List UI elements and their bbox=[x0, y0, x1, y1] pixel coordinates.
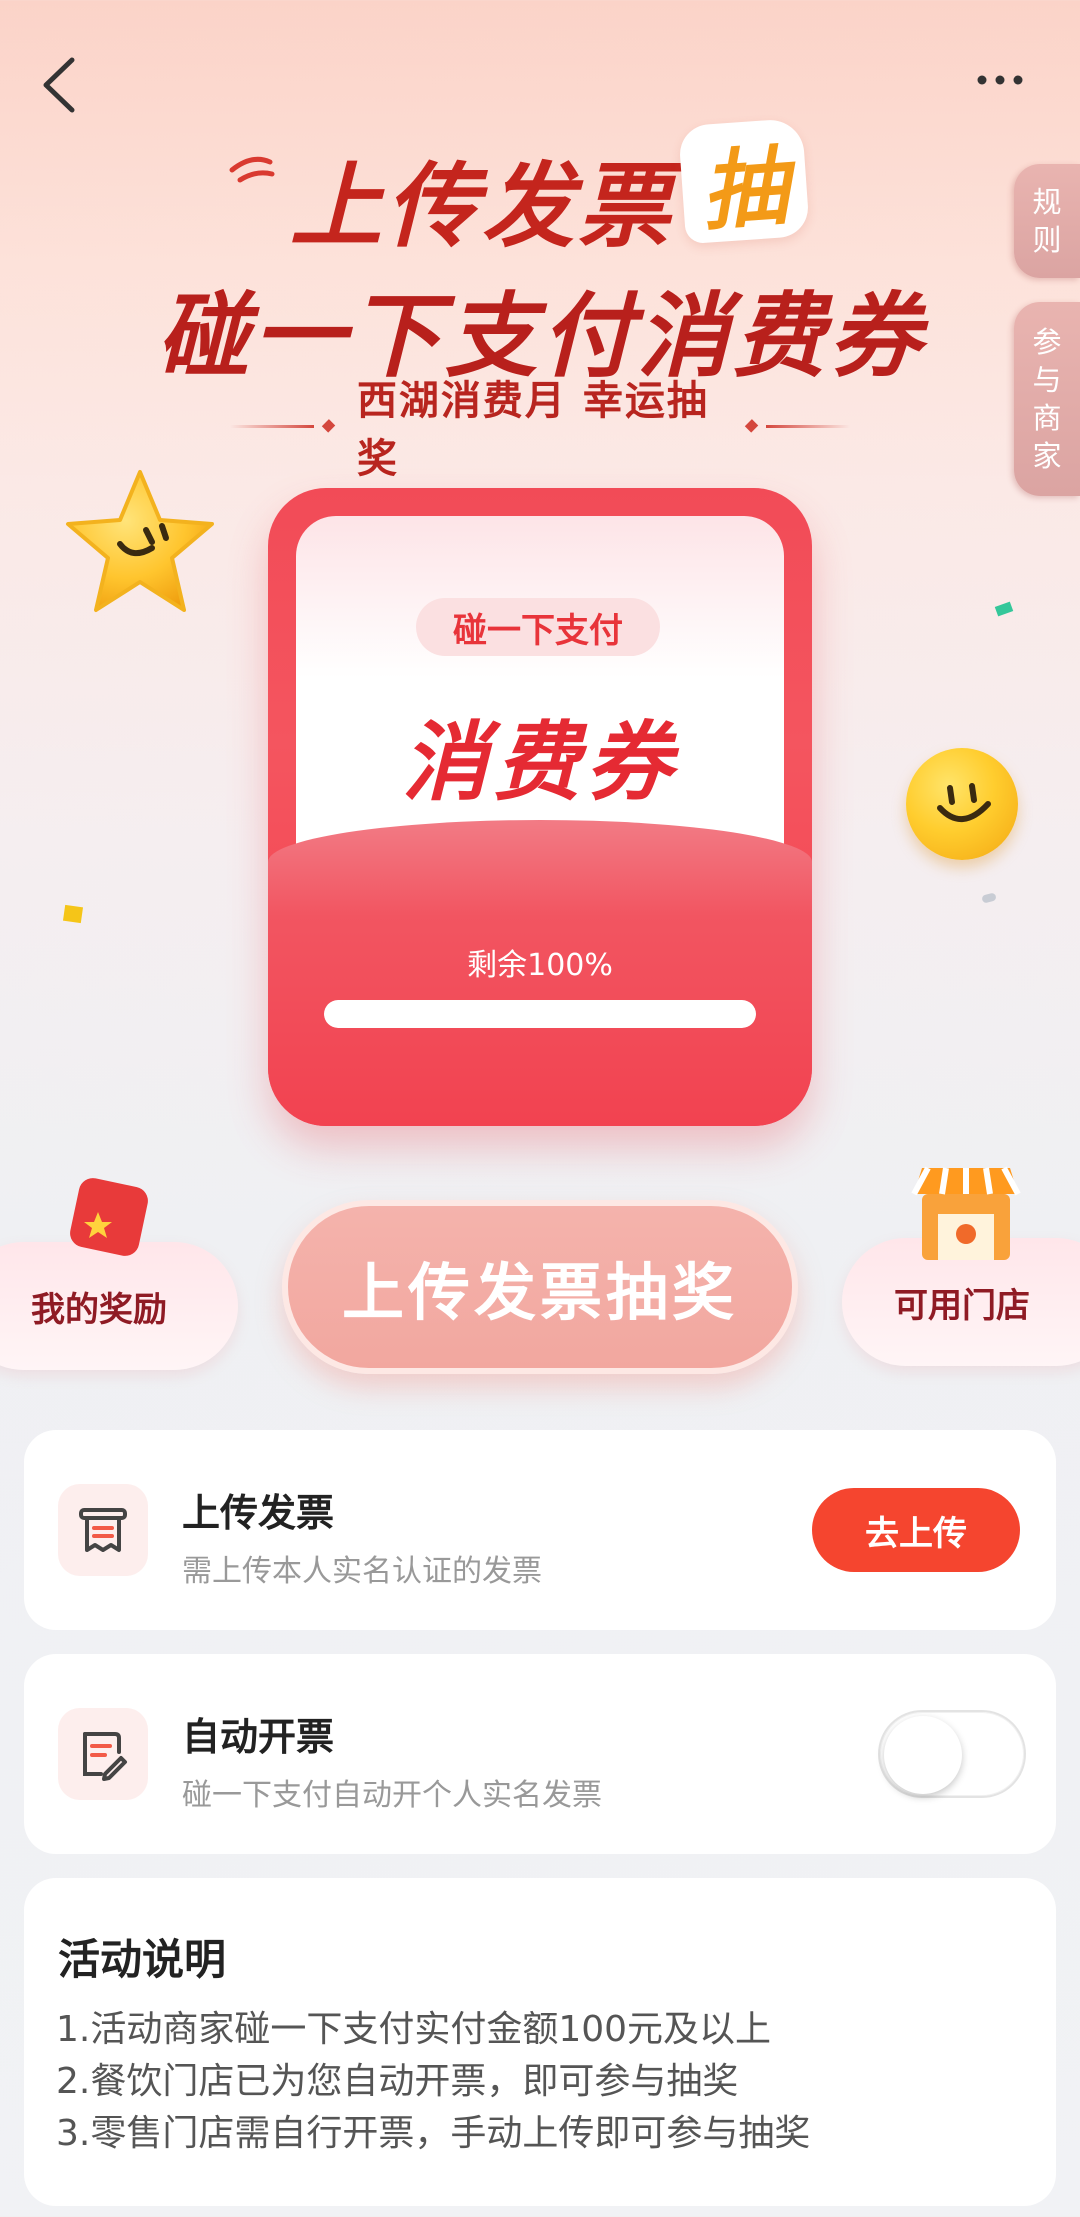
voucher-tag: 碰一下支付 bbox=[416, 598, 660, 656]
confetti-decoration bbox=[62, 904, 84, 924]
more-dots-icon bbox=[977, 75, 1023, 85]
list-item: 2.餐饮门店已为您自动开票，即可参与抽奖 bbox=[56, 2061, 739, 2102]
subtitle-text: 西湖消费月 幸运抽奖 bbox=[356, 378, 709, 482]
list-item: 1.活动商家碰一下支付实付金额100元及以上 bbox=[56, 2009, 772, 2050]
rules-tab-label: 规则 bbox=[1032, 185, 1062, 257]
confetti-decoration bbox=[981, 892, 997, 904]
available-stores-label: 可用门店 bbox=[894, 1285, 1030, 1326]
invoice-glyph-icon bbox=[79, 1508, 127, 1552]
upload-invoice-task: 上传发票 需上传本人实名认证的发票 去上传 bbox=[24, 1430, 1056, 1630]
smiley-face-icon bbox=[937, 783, 991, 822]
invoice-icon bbox=[58, 1484, 148, 1576]
auto-invoice-toggle[interactable] bbox=[878, 1710, 1026, 1798]
document-edit-icon bbox=[58, 1708, 148, 1800]
task-subtitle: 碰一下支付自动开个人实名发票 bbox=[182, 1778, 602, 1813]
participating-merchants-tab[interactable]: 参与商家 bbox=[1014, 302, 1080, 496]
go-upload-label: 去上传 bbox=[865, 1513, 967, 1554]
confetti-decoration bbox=[994, 601, 1014, 617]
divider bbox=[766, 424, 850, 428]
headline-badge: 抽 bbox=[678, 117, 810, 245]
document-edit-glyph-icon bbox=[83, 1732, 127, 1781]
back-button[interactable] bbox=[30, 50, 90, 120]
task-title: 上传发票 bbox=[182, 1491, 335, 1535]
my-rewards-label: 我的奖励 bbox=[31, 1289, 167, 1330]
star-emoji-icon bbox=[66, 470, 214, 612]
remaining-progress-bar bbox=[324, 1000, 756, 1028]
remaining-progress-fill bbox=[324, 1000, 756, 1028]
diamond-icon bbox=[744, 419, 759, 433]
task-subtitle: 需上传本人实名认证的发票 bbox=[182, 1554, 542, 1589]
chevron-left-icon bbox=[43, 57, 75, 113]
swoosh-decoration-icon bbox=[229, 156, 275, 183]
list-item: 3.零售门店需自行开票，手动上传即可参与抽奖 bbox=[56, 2113, 811, 2154]
diamond-icon bbox=[321, 419, 336, 433]
auto-invoice-task: 自动开票 碰一下支付自动开个人实名发票 bbox=[24, 1654, 1056, 1854]
activity-description-title: 活动说明 bbox=[58, 1935, 227, 1984]
storefront-icon bbox=[911, 1166, 1021, 1260]
activity-description-list: 1.活动商家碰一下支付实付金额100元及以上 2.餐饮门店已为您自动开票，即可参… bbox=[56, 2004, 810, 2160]
more-button[interactable] bbox=[960, 60, 1040, 100]
voucher-remaining-text: 剩余100% bbox=[467, 948, 613, 983]
divider bbox=[230, 424, 314, 428]
upload-invoice-draw-button[interactable]: 上传发票抽奖 bbox=[282, 1200, 798, 1374]
activity-description-card: 活动说明 1.活动商家碰一下支付实付金额100元及以上 2.餐饮门店已为您自动开… bbox=[24, 1878, 1056, 2206]
voucher-card: 碰一下支付 消费券 剩余100% bbox=[268, 488, 812, 1126]
upload-draw-label: 上传发票抽奖 bbox=[341, 1256, 738, 1329]
headline-line1: 上传发票 bbox=[290, 153, 675, 260]
merchants-tab-label: 参与商家 bbox=[1032, 325, 1062, 473]
my-rewards-button[interactable]: 我的奖励 bbox=[0, 1242, 238, 1370]
go-upload-button[interactable]: 去上传 bbox=[812, 1488, 1020, 1572]
headline-subtitle: 西湖消费月 幸运抽奖 bbox=[230, 368, 850, 484]
voucher-title: 消费券 bbox=[402, 713, 678, 813]
headline-badge-text: 抽 bbox=[698, 136, 791, 243]
toggle-knob bbox=[884, 1716, 962, 1794]
rules-tab[interactable]: 规则 bbox=[1014, 164, 1080, 278]
red-envelope-icon bbox=[70, 1178, 148, 1256]
smiley-emoji-icon bbox=[906, 748, 1018, 860]
task-title: 自动开票 bbox=[182, 1715, 335, 1759]
